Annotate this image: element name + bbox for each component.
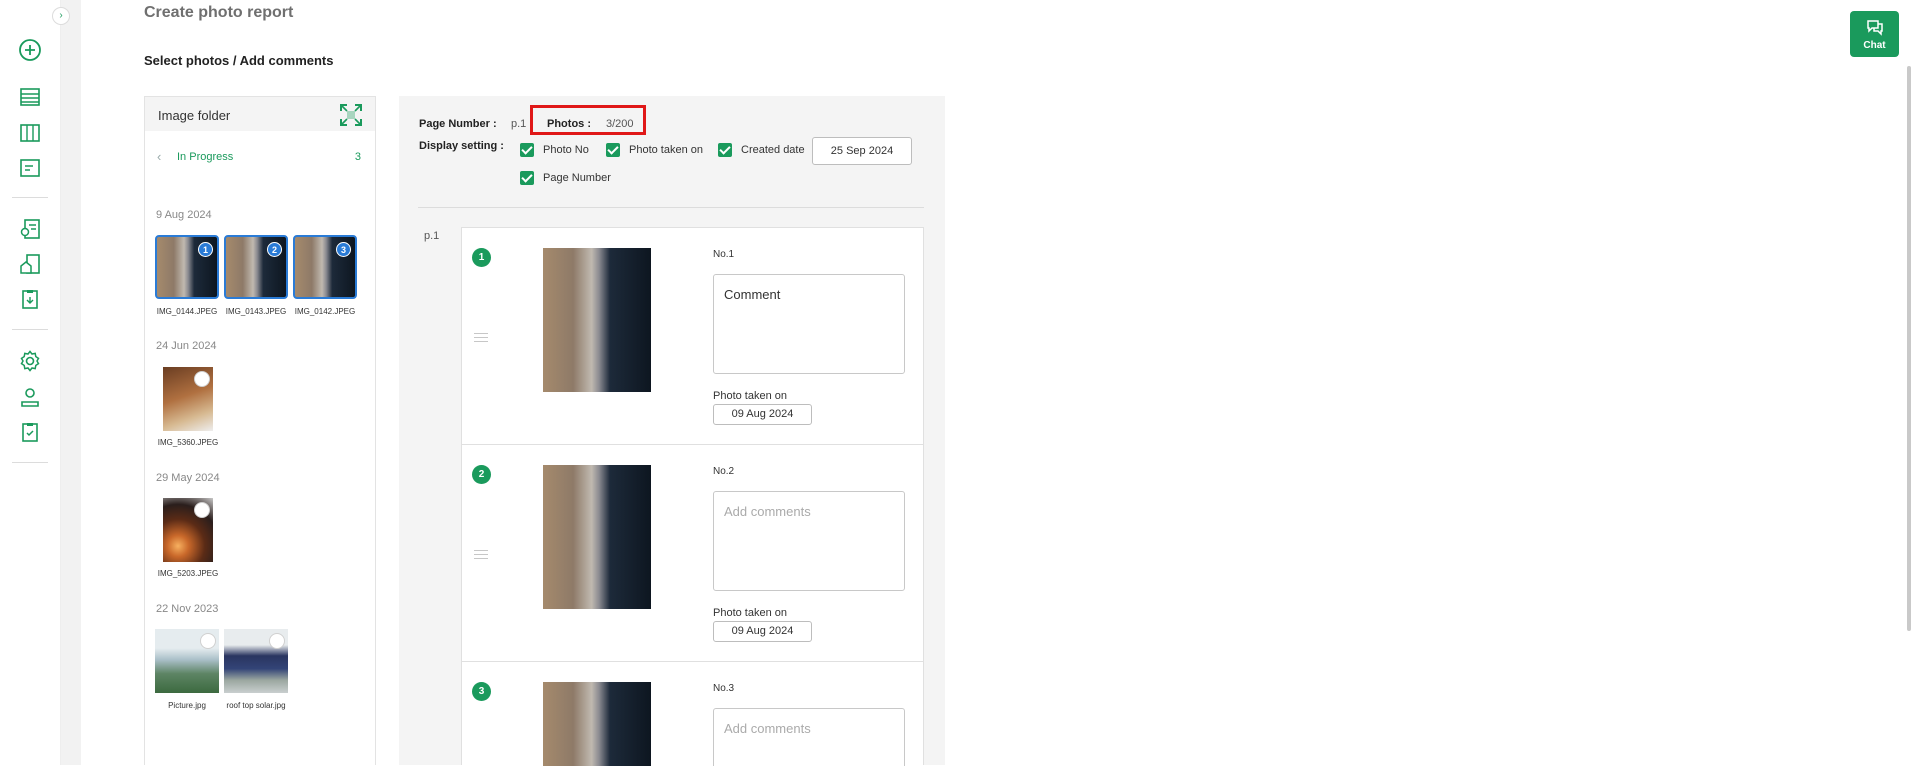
page-number-value: p.1 <box>511 118 527 130</box>
page-number-label: Page Number : <box>419 118 497 130</box>
comment-input[interactable]: Add comments <box>713 708 905 766</box>
divider <box>418 207 924 208</box>
select-circle[interactable] <box>194 371 210 387</box>
file-name: IMG_5360.JPEG <box>157 438 219 447</box>
comment-input[interactable]: Comment <box>713 274 905 374</box>
report-panel: Page Number : p.1 Photos : 3/200 Display… <box>399 96 945 766</box>
gutter <box>61 0 81 765</box>
clipboard-download-icon[interactable] <box>17 286 43 312</box>
photo-no-text: No.3 <box>713 683 735 694</box>
report-photo <box>543 465 651 609</box>
photo-number-badge: 2 <box>472 465 491 484</box>
thumbnail[interactable] <box>224 629 288 693</box>
home-report-icon[interactable] <box>17 251 43 277</box>
page-number-checkbox[interactable] <box>520 171 534 185</box>
report-photo <box>543 248 651 392</box>
add-icon[interactable] <box>17 37 43 63</box>
chat-icon <box>1866 20 1883 36</box>
thumbnail[interactable]: 1 <box>155 235 219 299</box>
page-marker: p.1 <box>424 230 440 242</box>
status-label: In Progress <box>177 151 234 163</box>
selection-badge: 2 <box>267 242 282 257</box>
comment-input[interactable]: Add comments <box>713 491 905 591</box>
thumbnail[interactable] <box>163 498 213 562</box>
selection-badge: 1 <box>198 242 213 257</box>
thumbnail[interactable] <box>155 629 219 693</box>
photo-taken-on-caption: Photo taken on <box>713 390 788 402</box>
list-icon[interactable] <box>17 84 43 110</box>
photo-taken-date[interactable]: 09 Aug 2024 <box>713 404 812 425</box>
photo-no-text: No.1 <box>713 249 735 260</box>
checklist-icon[interactable] <box>17 419 43 445</box>
image-folder-panel: Image folder ‹ In Progress 3 9 Aug 2024 … <box>144 96 376 765</box>
page-number-setting-label: Page Number <box>543 172 611 184</box>
scrollbar[interactable] <box>1907 66 1911 631</box>
file-name: IMG_0143.JPEG <box>225 307 287 316</box>
file-name: roof top solar.jpg <box>226 701 286 710</box>
image-folder-title: Image folder <box>158 108 231 123</box>
photo-card[interactable]: 2 No.2 Add comments Photo taken on 09 Au… <box>461 444 924 662</box>
sidebar-toggle-button[interactable]: › <box>52 7 70 25</box>
photos-count: 3/200 <box>606 118 634 130</box>
chevron-left-icon[interactable]: ‹ <box>157 149 161 164</box>
drag-handle-icon[interactable] <box>474 333 488 343</box>
report-icon[interactable] <box>17 216 43 242</box>
chat-label: Chat <box>1863 40 1886 51</box>
sidebar <box>0 0 61 765</box>
photo-taken-on-caption: Photo taken on <box>713 607 788 619</box>
report-photo <box>543 682 651 766</box>
status-count: 3 <box>354 151 361 163</box>
section-title: Select photos / Add comments <box>144 53 334 68</box>
thumbnail[interactable] <box>163 367 213 431</box>
photo-number-badge: 1 <box>472 248 491 267</box>
file-name: Picture.jpg <box>168 701 206 710</box>
board-icon[interactable] <box>17 120 43 146</box>
thumbnail[interactable]: 2 <box>224 235 288 299</box>
rail-divider <box>12 197 48 198</box>
date-group-label: 22 Nov 2023 <box>156 603 219 615</box>
expand-icon[interactable] <box>339 103 363 127</box>
user-icon[interactable] <box>17 384 43 410</box>
drag-handle-icon[interactable] <box>474 550 488 560</box>
file-name: IMG_0144.JPEG <box>156 307 218 316</box>
page-title: Create photo report <box>144 4 294 21</box>
photo-card[interactable]: 3 No.3 Add comments <box>461 661 924 766</box>
display-setting-label: Display setting : <box>419 140 504 152</box>
chat-button[interactable]: Chat <box>1850 11 1899 57</box>
photo-taken-on-label: Photo taken on <box>629 144 704 156</box>
created-date-input[interactable]: 25 Sep 2024 <box>812 137 912 165</box>
select-circle[interactable] <box>194 502 210 518</box>
photo-card[interactable]: 1 No.1 Comment Photo taken on 09 Aug 202… <box>461 227 924 445</box>
date-group-label: 9 Aug 2024 <box>156 209 212 221</box>
thumbnail[interactable]: 3 <box>293 235 357 299</box>
file-name: IMG_5203.JPEG <box>157 569 219 578</box>
settings-icon[interactable] <box>17 348 43 374</box>
photo-no-checkbox[interactable] <box>520 143 534 157</box>
status-filter[interactable]: ‹ In Progress 3 <box>145 149 375 169</box>
created-date-label: Created date <box>741 144 805 156</box>
image-folder-header: Image folder <box>145 97 375 131</box>
photo-taken-on-checkbox[interactable] <box>606 143 620 157</box>
date-group-label: 29 May 2024 <box>156 472 220 484</box>
select-circle[interactable] <box>269 633 285 649</box>
photo-number-badge: 3 <box>472 682 491 701</box>
photo-no-text: No.2 <box>713 466 735 477</box>
photos-label: Photos : <box>547 118 591 130</box>
date-group-label: 24 Jun 2024 <box>156 340 217 352</box>
photo-taken-date[interactable]: 09 Aug 2024 <box>713 621 812 642</box>
card-icon[interactable] <box>17 155 43 181</box>
photo-no-label: Photo No <box>543 144 589 156</box>
created-date-checkbox[interactable] <box>718 143 732 157</box>
file-name: IMG_0142.JPEG <box>294 307 356 316</box>
selection-badge: 3 <box>336 242 351 257</box>
rail-divider <box>12 462 48 463</box>
select-circle[interactable] <box>200 633 216 649</box>
rail-divider <box>12 329 48 330</box>
